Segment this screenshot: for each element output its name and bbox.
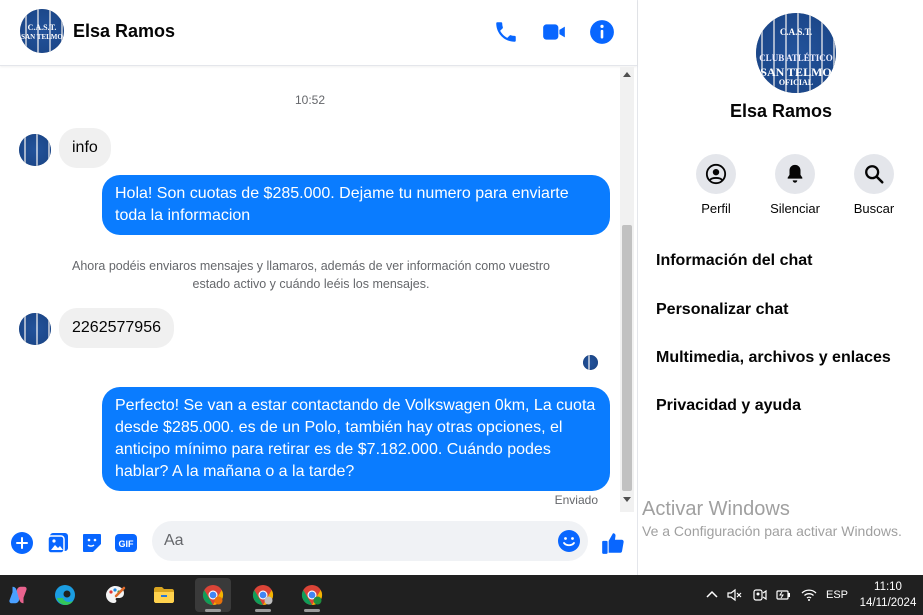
mute-action-label: Silenciar [770, 201, 820, 216]
search-icon [865, 165, 884, 184]
chrome-app-profile-2[interactable] [245, 578, 281, 612]
profile-icon [705, 163, 727, 185]
emoji-icon[interactable] [557, 529, 581, 553]
profile-action-label: Perfil [701, 201, 731, 216]
menu-customize-chat[interactable]: Personalizar chat [656, 301, 789, 319]
edge-icon [55, 585, 75, 605]
bell-icon [787, 164, 803, 183]
message-timestamp: 10:52 [294, 93, 326, 107]
chat-pane: C.A.S.T. SAN TELMO Elsa Ramos 10:52 info… [0, 0, 638, 575]
sender-avatar[interactable] [19, 134, 51, 166]
chat-details-panel: C.A.S.T. CLUB ATLÉTICO SAN TELMO OFICIAL… [639, 0, 923, 575]
scroll-up-arrow-icon[interactable] [623, 72, 631, 77]
battery-icon[interactable] [775, 587, 791, 603]
chevron-up-icon[interactable] [704, 587, 720, 603]
wifi-icon[interactable] [801, 587, 817, 603]
sender-avatar[interactable] [19, 313, 51, 345]
message-incoming: 2262577956 [59, 308, 174, 348]
message-scrollbar[interactable] [620, 67, 634, 512]
message-list[interactable]: 10:52 info Hola! Son cuotas de $285.000.… [0, 67, 620, 512]
mute-action-button[interactable]: Silenciar [755, 154, 835, 216]
thumbs-up-icon[interactable] [600, 530, 626, 556]
chrome-app-profile-3[interactable] [294, 578, 330, 612]
search-action-button[interactable]: Buscar [834, 154, 914, 216]
contact-profile-avatar[interactable]: C.A.S.T. CLUB ATLÉTICO SAN TELMO OFICIAL [756, 13, 836, 93]
chrome-icon [301, 585, 323, 606]
gif-icon[interactable]: GIF [114, 531, 138, 555]
system-clock[interactable]: 11:10 14/11/2024 [857, 579, 919, 611]
profile-action-button[interactable]: Perfil [676, 154, 756, 216]
message-outgoing: Perfecto! Se van a estar contactando de … [102, 387, 610, 491]
message-input-box[interactable] [152, 521, 588, 561]
copilot-icon [9, 586, 27, 604]
sticker-icon[interactable] [80, 531, 104, 555]
message-status: Enviado [554, 493, 598, 507]
svg-text:GIF: GIF [119, 539, 135, 549]
message-outgoing: Hola! Son cuotas de $285.000. Dejame tu … [102, 175, 610, 235]
chrome-icon [252, 585, 274, 606]
camera-privacy-icon[interactable] [751, 587, 767, 603]
info-icon[interactable] [589, 19, 615, 45]
input-language[interactable]: ESP [826, 575, 848, 615]
message-input[interactable] [164, 521, 544, 561]
edge-app[interactable] [47, 578, 83, 612]
menu-privacy-help[interactable]: Privacidad y ayuda [656, 397, 801, 415]
phone-icon[interactable] [493, 19, 519, 45]
gallery-icon[interactable] [46, 531, 70, 555]
contact-name[interactable]: Elsa Ramos [73, 21, 175, 42]
video-camera-icon[interactable] [541, 19, 567, 45]
message-incoming: info [59, 128, 111, 168]
speaker-muted-icon[interactable] [726, 587, 742, 603]
clock-time: 11:10 [874, 581, 902, 593]
scroll-thumb[interactable] [622, 225, 632, 491]
composer-bar: GIF [0, 512, 637, 575]
folder-icon [154, 587, 174, 603]
contact-avatar[interactable]: C.A.S.T. SAN TELMO [20, 9, 64, 53]
activation-watermark-text: Ve a Configuración para activar Windows. [642, 523, 902, 539]
clock-date: 14/11/2024 [859, 597, 917, 609]
menu-chat-info[interactable]: Información del chat [656, 252, 812, 270]
profile-name: Elsa Ramos [729, 101, 833, 121]
copilot-app[interactable] [0, 578, 36, 612]
chrome-app-active[interactable] [195, 578, 231, 612]
plus-circle-icon[interactable] [10, 531, 34, 555]
scroll-down-arrow-icon[interactable] [623, 497, 631, 502]
paint-palette-icon [106, 586, 126, 603]
search-action-label: Buscar [853, 201, 895, 216]
file-explorer-app[interactable] [146, 578, 182, 612]
chat-header: C.A.S.T. SAN TELMO Elsa Ramos [0, 0, 637, 66]
activation-watermark-title: Activar Windows [642, 498, 790, 520]
windows-taskbar: ESP 11:10 14/11/2024 [0, 575, 923, 615]
menu-media-files-links[interactable]: Multimedia, archivos y enlaces [656, 349, 891, 367]
connection-notice: Ahora podéis enviaros mensajes y llamaro… [71, 259, 550, 291]
paint-app[interactable] [97, 578, 133, 612]
seen-indicator-avatar [583, 355, 598, 370]
chrome-icon [202, 585, 224, 606]
